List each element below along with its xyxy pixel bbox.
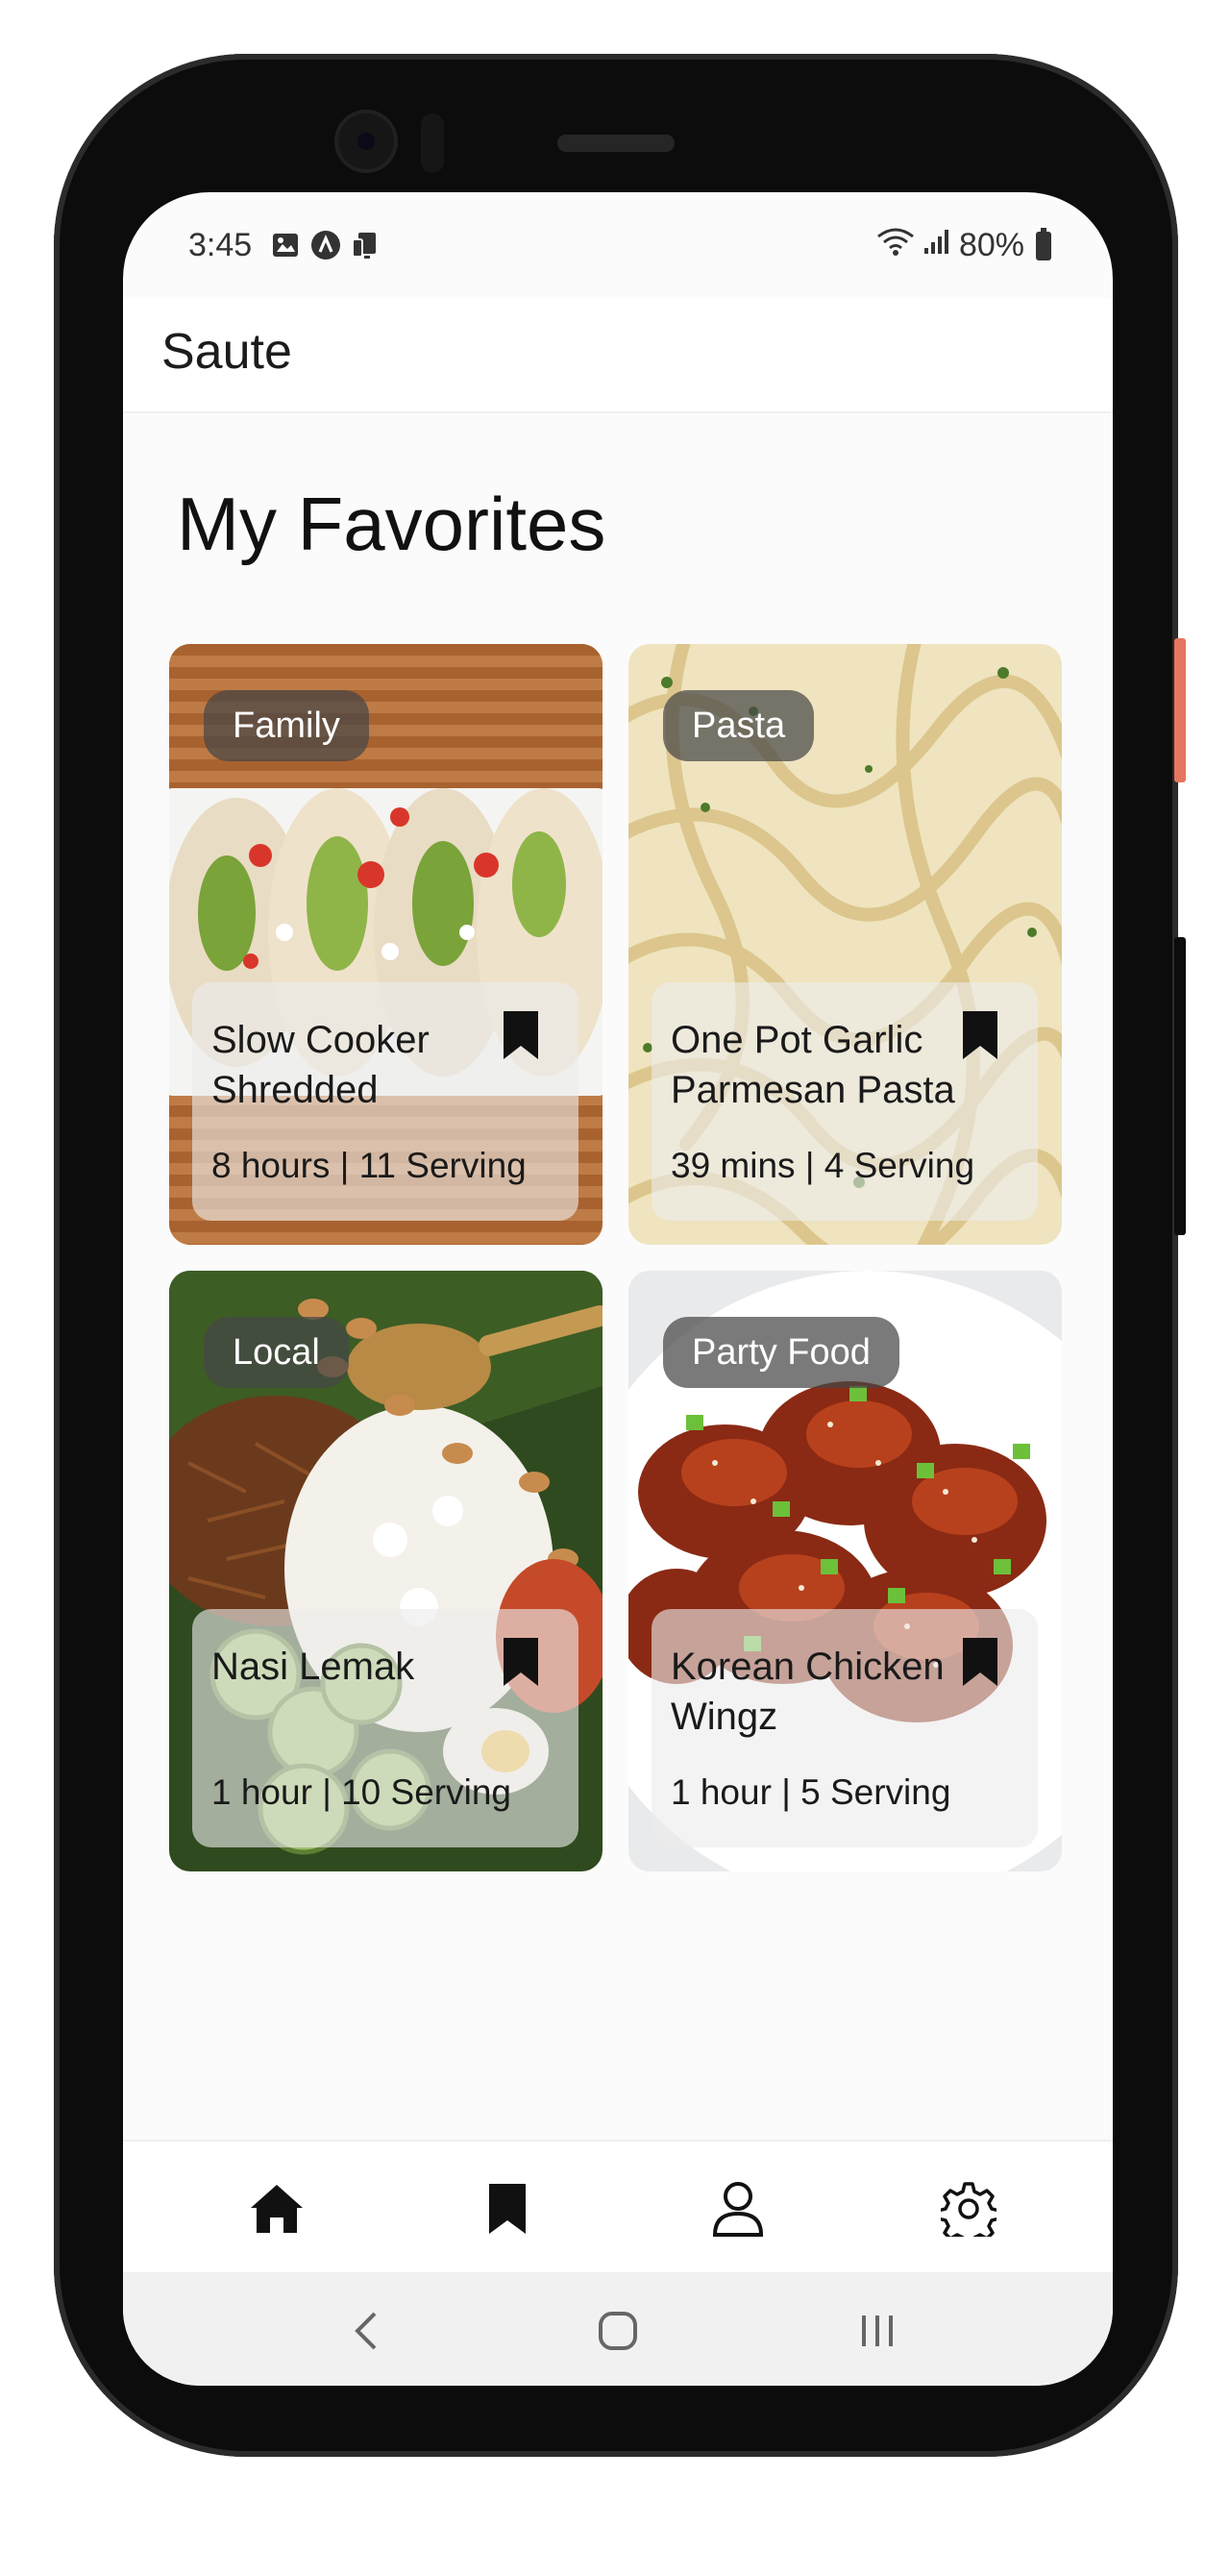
category-tag: Family [204,690,369,761]
recipe-info-panel: Slow Cooker Shredded Chicken Tacos 8 hou… [192,982,578,1221]
battery-percent: 80% [958,227,1024,263]
recipe-info-panel: Nasi Lemak 1 hour | 10 Serving [192,1609,578,1847]
bookmark-icon[interactable] [961,1636,999,1688]
bookmark-icon[interactable] [961,1009,999,1061]
recipe-title: Nasi Lemak [211,1646,415,1688]
recipe-meta: 1 hour | 5 Serving [671,1772,951,1812]
device-notification-icon [350,229,382,261]
recipe-info-panel: One Pot Garlic Parmesan Pasta 39 mins | … [652,982,1038,1221]
recipe-title: Korean Chicken Wingz [671,1646,945,1738]
recipe-meta: 8 hours | 11 Serving [211,1146,527,1185]
earpiece-speaker [557,135,675,152]
status-bar: 3:45 80% [123,192,1113,298]
recipe-card-tacos[interactable]: Family Slow Cooker Shredded Chicken Taco… [169,644,603,1245]
settings-icon [941,2182,996,2237]
home-icon [251,2185,303,2233]
phone-screen: 3:45 80% Saute My Favorites Family Slow … [123,192,1113,2386]
status-time: 3:45 [188,227,253,263]
system-recents-button[interactable] [853,2307,901,2355]
back-icon [355,2312,377,2350]
nav-profile[interactable] [709,2180,767,2238]
bookmark-icon[interactable] [502,1636,540,1688]
power-button [1174,638,1186,782]
recipe-card-pasta[interactable]: Pasta One Pot Garlic Parmesan Pasta 39 m… [628,644,1062,1245]
app-notification-icon [309,229,342,261]
home-circle-icon [599,2312,637,2350]
system-home-button[interactable] [594,2307,642,2355]
wifi-icon [876,227,915,264]
proximity-sensor [421,113,444,173]
recents-icon [862,2316,893,2346]
profile-icon [712,2182,764,2237]
category-tag: Local [204,1317,349,1388]
volume-button [1174,937,1186,1235]
system-navigation-bar [123,2272,1113,2386]
signal-icon [922,227,951,264]
nav-settings[interactable] [940,2180,997,2238]
app-bar: Saute [123,298,1113,413]
recipe-card-korean-wings[interactable]: Party Food Korean Chicken Wingz 1 hour |… [628,1271,1062,1871]
system-back-button[interactable] [342,2307,390,2355]
recipe-title: One Pot Garlic Parmesan Pasta [671,1019,955,1111]
category-tag: Party Food [663,1317,899,1388]
bottom-navigation [123,2140,1113,2274]
nav-favorites[interactable] [479,2180,536,2238]
battery-icon [1036,227,1051,260]
recipe-info-panel: Korean Chicken Wingz 1 hour | 5 Serving [652,1609,1038,1847]
notification-icons [269,229,382,261]
front-camera [338,113,394,169]
bookmark-icon[interactable] [502,1009,540,1061]
bookmark-icon [489,2184,526,2234]
app-title: Saute [161,324,292,380]
nav-home[interactable] [248,2180,306,2238]
recipe-meta: 39 mins | 4 Serving [671,1146,975,1185]
page-title: My Favorites [177,482,606,566]
image-notification-icon [269,229,302,261]
recipe-card-nasi-lemak[interactable]: Local Nasi Lemak 1 hour | 10 Serving [169,1271,603,1871]
category-tag: Pasta [663,690,815,761]
status-right: 80% [876,227,1051,264]
recipe-meta: 1 hour | 10 Serving [211,1772,511,1812]
recipe-title: Slow Cooker Shredded Chicken Tacos [211,1019,460,1123]
